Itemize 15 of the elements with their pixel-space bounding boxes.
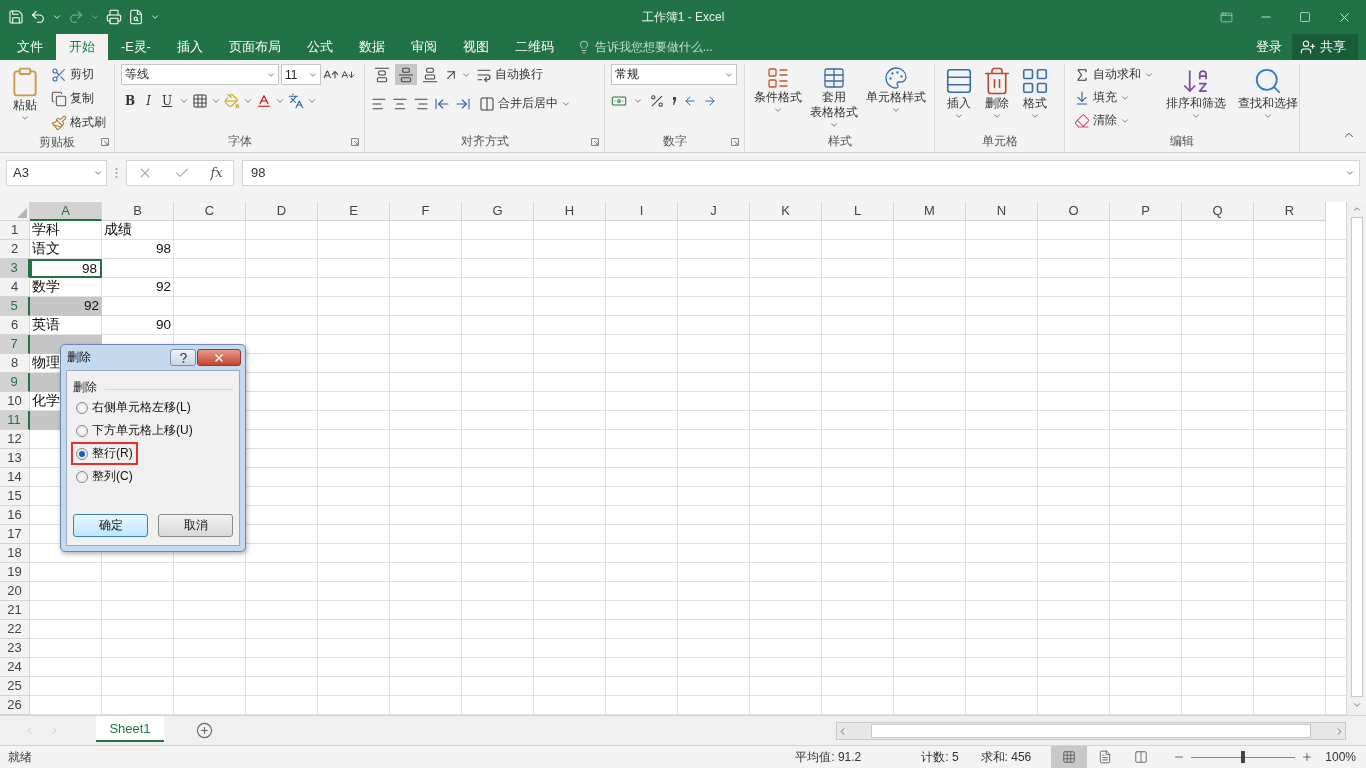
group-label: 剪贴板 xyxy=(39,135,75,150)
dialog-title: 删除 xyxy=(67,349,91,366)
group-label: 数字 xyxy=(662,134,687,149)
group-label: 对齐方式 xyxy=(460,134,509,149)
zoom-level-text: 100% xyxy=(1325,750,1356,764)
status-text: 就绪 xyxy=(8,748,32,766)
count-text: 计数: 5 xyxy=(921,748,959,766)
window-title: 工作簿1 - Excel xyxy=(641,8,725,26)
group-label: 单元格 xyxy=(981,134,1018,149)
group-label: 编辑 xyxy=(1170,134,1194,149)
sum-text: 求和: 456 xyxy=(980,748,1032,766)
group-label: 删除 xyxy=(73,379,98,396)
group-label: 样式 xyxy=(827,134,852,149)
average-text: 平均值: 91.2 xyxy=(795,748,862,766)
group-label: 字体 xyxy=(227,134,252,149)
